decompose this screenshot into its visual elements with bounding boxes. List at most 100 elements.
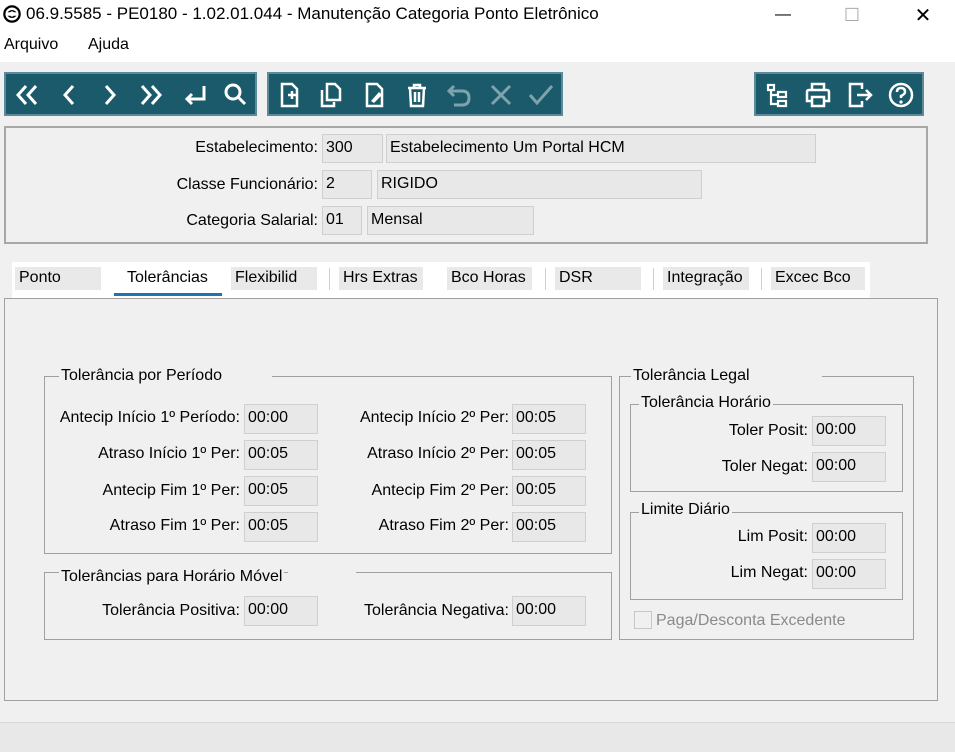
new-icon [280, 82, 299, 108]
estabelecimento-label: Estabelecimento: [195, 139, 318, 156]
close-button[interactable]: ✕ [900, 0, 946, 30]
categoria-name-field: Mensal [367, 206, 534, 235]
previous-record-button[interactable] [52, 78, 86, 112]
help-button[interactable] [884, 78, 918, 112]
group-title-gap [750, 376, 822, 378]
tab-ponto[interactable]: Ponto [15, 267, 101, 290]
last-record-button[interactable] [134, 78, 168, 112]
lim-negat-label: Lim Negat: [730, 564, 808, 581]
tree-button[interactable] [760, 78, 794, 112]
toler-negat-label: Toler Negat: [721, 458, 808, 475]
atraso-fim-1-field[interactable]: 00:05 [244, 512, 318, 542]
delete-button[interactable] [400, 78, 434, 112]
antecip-fim-2-field[interactable]: 00:05 [512, 476, 586, 506]
group-title-gap [224, 376, 272, 378]
close-icon: ✕ [914, 4, 932, 27]
tolerancia-periodo-title: Tolerância por Período [59, 367, 224, 385]
antecip-fim-1-label: Antecip Fim 1º Per: [102, 482, 240, 499]
cancel-icon [490, 84, 512, 106]
toler-posit-field[interactable]: 00:00 [812, 416, 886, 446]
search-button[interactable] [218, 78, 252, 112]
cancel-button[interactable] [484, 78, 518, 112]
atraso-fim-2-label: Atraso Fim 2º Per: [378, 517, 509, 534]
paga-desconta-label: Paga/Desconta Excedente [656, 612, 846, 629]
menu-ajuda[interactable]: Ajuda [88, 36, 129, 54]
atraso-fim-2-field[interactable]: 00:05 [512, 512, 586, 542]
antecip-inicio-2-field[interactable]: 00:05 [512, 404, 586, 434]
status-bar [0, 722, 955, 752]
copy-button[interactable] [314, 78, 348, 112]
toolbar-navigation [4, 72, 257, 116]
atraso-inicio-1-label: Atraso Início 1º Per: [98, 445, 240, 462]
previous-icon [62, 85, 75, 105]
maximize-icon: ☐ [843, 4, 861, 25]
tolerancia-legal-title: Tolerância Legal [631, 367, 752, 385]
tab-separator [761, 268, 762, 290]
antecip-inicio-2-label: Antecip Início 2º Per: [359, 409, 509, 426]
tolerancia-negativa-field[interactable]: 00:00 [512, 596, 586, 626]
toolbar-edit [267, 72, 563, 116]
classe-label: Classe Funcionário: [176, 176, 318, 193]
categoria-code-field[interactable]: 01 [322, 206, 362, 235]
undo-icon [446, 84, 471, 107]
atraso-fim-1-label: Atraso Fim 1º Per: [109, 517, 240, 534]
lim-posit-field[interactable]: 00:00 [812, 523, 886, 553]
tab-excec-bco[interactable]: Excec Bco [771, 267, 865, 290]
toler-posit-label: Toler Posit: [728, 422, 808, 439]
goto-icon [184, 86, 206, 106]
edit-button[interactable] [358, 78, 392, 112]
classe-name-field: RIGIDO [377, 170, 702, 199]
confirm-button[interactable] [524, 78, 558, 112]
tolerancia-positiva-label: Tolerância Positiva: [102, 602, 240, 619]
minimize-icon: — [775, 6, 791, 23]
tab-separator [653, 268, 654, 290]
exit-button[interactable] [843, 78, 877, 112]
confirm-icon [528, 85, 554, 106]
new-button[interactable] [272, 78, 306, 112]
window-title: 06.9.5585 - PE0180 - 1.02.01.044 - Manut… [26, 4, 599, 23]
title-bar: 06.9.5585 - PE0180 - 1.02.01.044 - Manut… [0, 0, 955, 30]
print-icon [805, 82, 831, 108]
horario-movel-title: Tolerâncias para Horário Móvel [59, 568, 285, 586]
maximize-button[interactable]: ☐ [829, 0, 875, 30]
tab-separator [545, 268, 546, 290]
tab-tolerancias[interactable]: Tolerâncias [123, 267, 221, 290]
app-icon [3, 5, 21, 23]
toler-negat-field[interactable]: 00:00 [812, 452, 886, 482]
tab-flexibilid[interactable]: Flexibilid [231, 267, 317, 290]
first-record-button[interactable] [10, 78, 44, 112]
antecip-inicio-1-field[interactable]: 00:00 [244, 404, 318, 434]
antecip-fim-2-label: Antecip Fim 2º Per: [371, 482, 509, 499]
active-tab-indicator [114, 293, 222, 296]
categoria-label: Categoria Salarial: [186, 212, 318, 229]
tab-hrs-extras[interactable]: Hrs Extras [339, 267, 423, 290]
edit-icon [365, 82, 384, 108]
tab-integracao[interactable]: Integração [663, 267, 749, 290]
atraso-inicio-2-field[interactable]: 00:05 [512, 440, 586, 470]
exit-icon [848, 82, 873, 108]
classe-code-field[interactable]: 2 [322, 170, 372, 199]
group-title-gap [288, 571, 356, 574]
print-button[interactable] [801, 78, 835, 112]
antecip-fim-1-field[interactable]: 00:05 [244, 476, 318, 506]
delete-icon [408, 83, 426, 108]
toolbar-utility [754, 72, 924, 116]
tab-bco-horas[interactable]: Bco Horas [447, 267, 532, 290]
lim-negat-field[interactable]: 00:00 [812, 559, 886, 589]
tab-dsr[interactable]: DSR [555, 267, 641, 290]
tolerancia-horario-title: Tolerância Horário [639, 394, 773, 412]
help-icon [888, 82, 914, 108]
undo-button[interactable] [442, 78, 476, 112]
next-record-button[interactable] [93, 78, 127, 112]
menu-arquivo[interactable]: Arquivo [4, 36, 58, 54]
atraso-inicio-1-field[interactable]: 00:05 [244, 440, 318, 470]
minimize-button[interactable]: — [760, 0, 806, 30]
tolerancia-positiva-field[interactable]: 00:00 [244, 596, 318, 626]
tab-separator [329, 268, 330, 290]
estabelecimento-code-field[interactable]: 300 [322, 134, 383, 163]
paga-desconta-checkbox[interactable] [634, 611, 652, 629]
lim-posit-label: Lim Posit: [737, 528, 808, 545]
goto-button[interactable] [177, 78, 211, 112]
first-icon [15, 85, 38, 105]
estabelecimento-name-field: Estabelecimento Um Portal HCM [386, 134, 816, 163]
